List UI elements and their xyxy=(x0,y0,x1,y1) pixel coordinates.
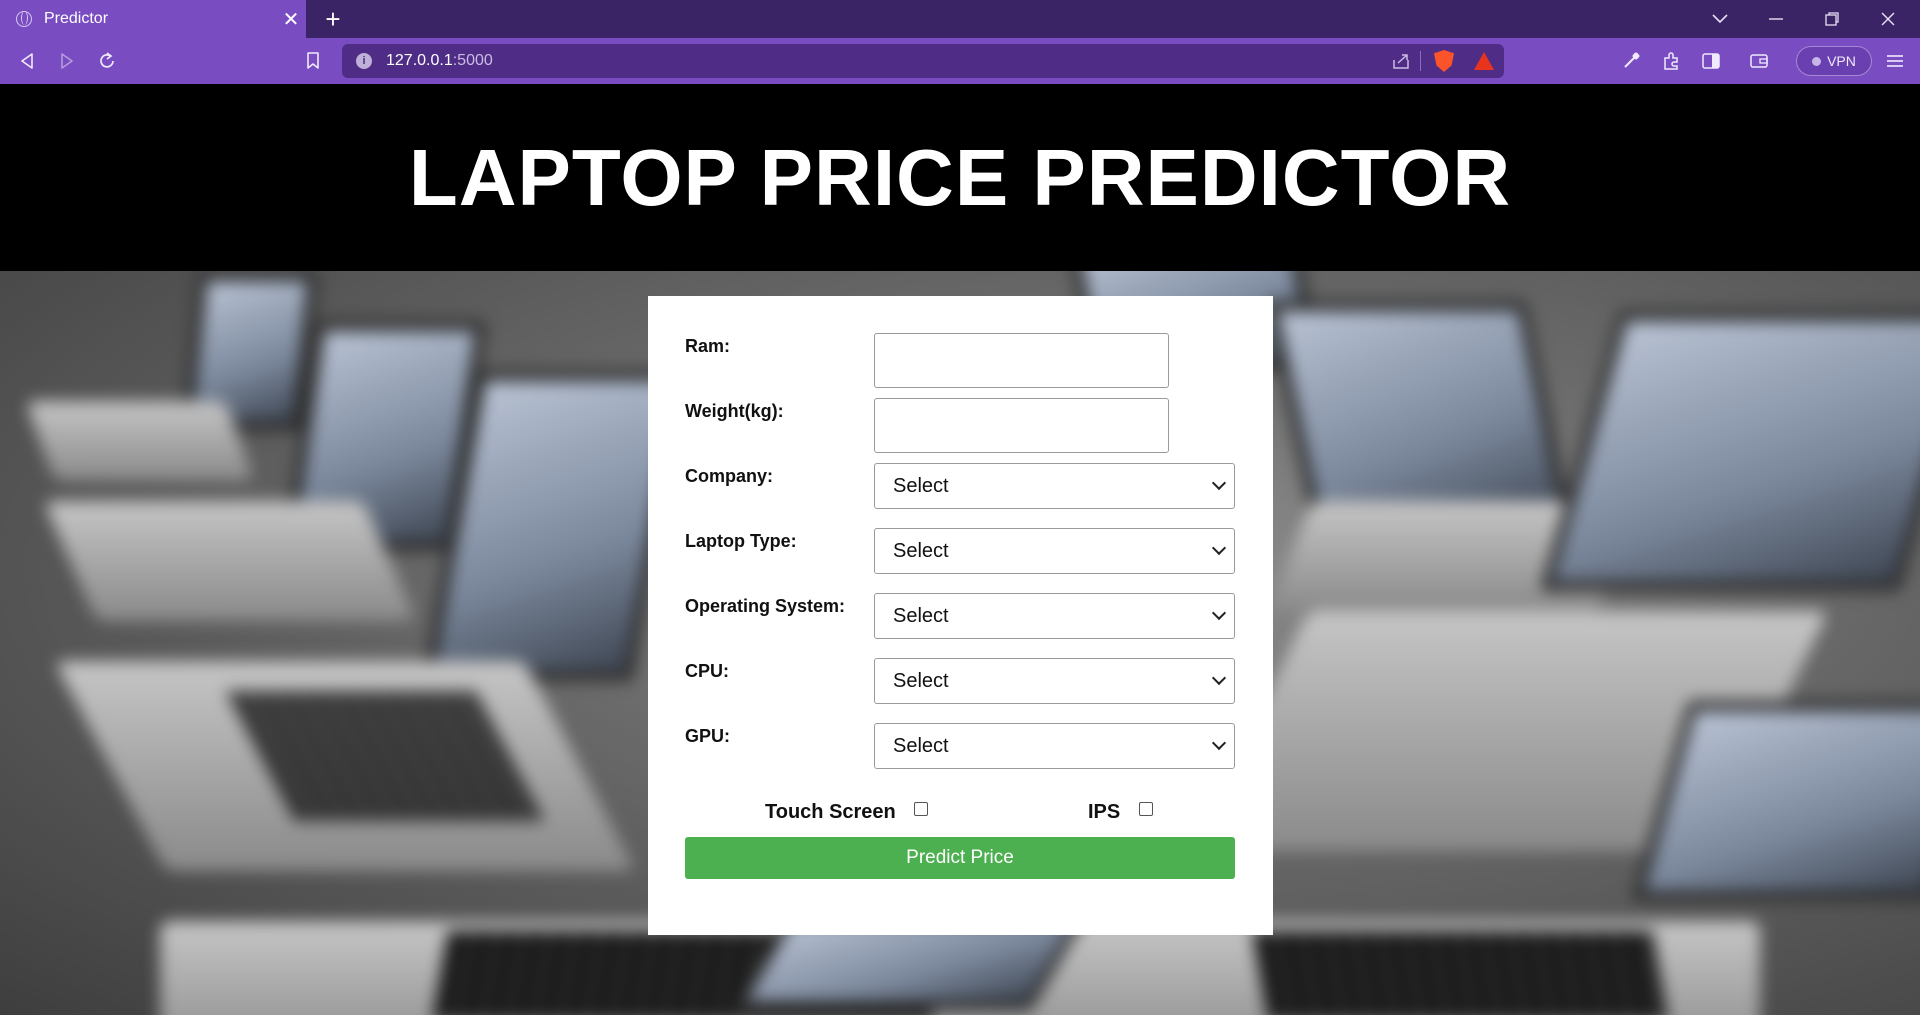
ips-label: IPS xyxy=(1088,801,1121,823)
page-title: LAPTOP PRICE PREDICTOR xyxy=(408,132,1512,222)
os-label: Operating System: xyxy=(685,596,846,616)
predictor-form: Ram: Weight(kg): Company: Select Laptop … xyxy=(648,296,1273,935)
laptop-type-label: Laptop Type: xyxy=(685,531,797,551)
forward-icon[interactable] xyxy=(52,46,82,76)
share-icon[interactable] xyxy=(1386,44,1416,78)
os-select[interactable]: Select xyxy=(874,593,1235,639)
touch-screen-checkbox[interactable] xyxy=(914,802,928,816)
ram-input[interactable] xyxy=(874,333,1169,388)
wallet-icon[interactable] xyxy=(1744,46,1774,76)
chevron-down-icon xyxy=(1211,605,1227,621)
ram-label: Ram: xyxy=(685,336,731,356)
browser-tab-strip: Predictor ✕ + xyxy=(0,0,1920,38)
os-selected-value: Select xyxy=(893,604,949,627)
weight-label: Weight(kg): xyxy=(685,401,784,421)
chevron-down-icon xyxy=(1211,475,1227,491)
company-label: Company: xyxy=(685,466,774,486)
vpn-button[interactable]: VPN xyxy=(1796,46,1872,76)
divider xyxy=(1416,44,1424,78)
close-tab-icon[interactable]: ✕ xyxy=(276,7,306,32)
bookmark-icon[interactable] xyxy=(298,46,328,76)
url-port: :5000 xyxy=(452,52,493,69)
address-bar[interactable]: i 127.0.0.1 :5000 xyxy=(342,44,1504,78)
brave-rewards-icon[interactable] xyxy=(1466,44,1502,78)
cpu-label: CPU: xyxy=(685,661,729,681)
weight-input[interactable] xyxy=(874,398,1169,453)
reload-icon[interactable] xyxy=(92,46,122,76)
menu-icon[interactable] xyxy=(1880,46,1910,76)
vpn-status-icon xyxy=(1812,56,1822,66)
extensions-icon[interactable] xyxy=(1656,46,1686,76)
globe-icon xyxy=(16,11,32,27)
gpu-label: GPU: xyxy=(685,726,730,746)
sidebar-icon[interactable] xyxy=(1696,46,1726,76)
eyedropper-icon[interactable] xyxy=(1616,46,1646,76)
laptop-type-selected-value: Select xyxy=(893,539,949,562)
page-header: LAPTOP PRICE PREDICTOR xyxy=(0,84,1920,271)
vpn-label: VPN xyxy=(1827,53,1856,69)
site-info-icon[interactable]: i xyxy=(356,53,372,69)
cpu-selected-value: Select xyxy=(893,669,949,692)
tab-title: Predictor xyxy=(44,10,109,27)
company-selected-value: Select xyxy=(893,474,949,497)
predict-price-button[interactable]: Predict Price xyxy=(685,837,1235,879)
chevron-down-icon xyxy=(1211,540,1227,556)
chevron-down-icon xyxy=(1211,735,1227,751)
back-icon[interactable] xyxy=(12,46,42,76)
restore-icon[interactable] xyxy=(1804,0,1860,38)
new-tab-button[interactable]: + xyxy=(318,4,348,34)
browser-tab[interactable]: Predictor ✕ xyxy=(0,0,306,38)
company-select[interactable]: Select xyxy=(874,463,1235,509)
gpu-select[interactable]: Select xyxy=(874,723,1235,769)
gpu-selected-value: Select xyxy=(893,734,949,757)
laptop-type-select[interactable]: Select xyxy=(874,528,1235,574)
ips-checkbox[interactable] xyxy=(1139,802,1153,816)
close-window-icon[interactable] xyxy=(1860,0,1916,38)
brave-shields-icon[interactable] xyxy=(1426,44,1462,78)
chevron-down-icon xyxy=(1211,670,1227,686)
tab-search-chevron-icon[interactable] xyxy=(1692,0,1748,38)
browser-toolbar: i 127.0.0.1 :5000 VPN xyxy=(0,38,1920,84)
minimize-icon[interactable] xyxy=(1748,0,1804,38)
cpu-select[interactable]: Select xyxy=(874,658,1235,704)
touch-screen-label: Touch Screen xyxy=(765,801,896,823)
url-host: 127.0.0.1 xyxy=(386,52,453,69)
